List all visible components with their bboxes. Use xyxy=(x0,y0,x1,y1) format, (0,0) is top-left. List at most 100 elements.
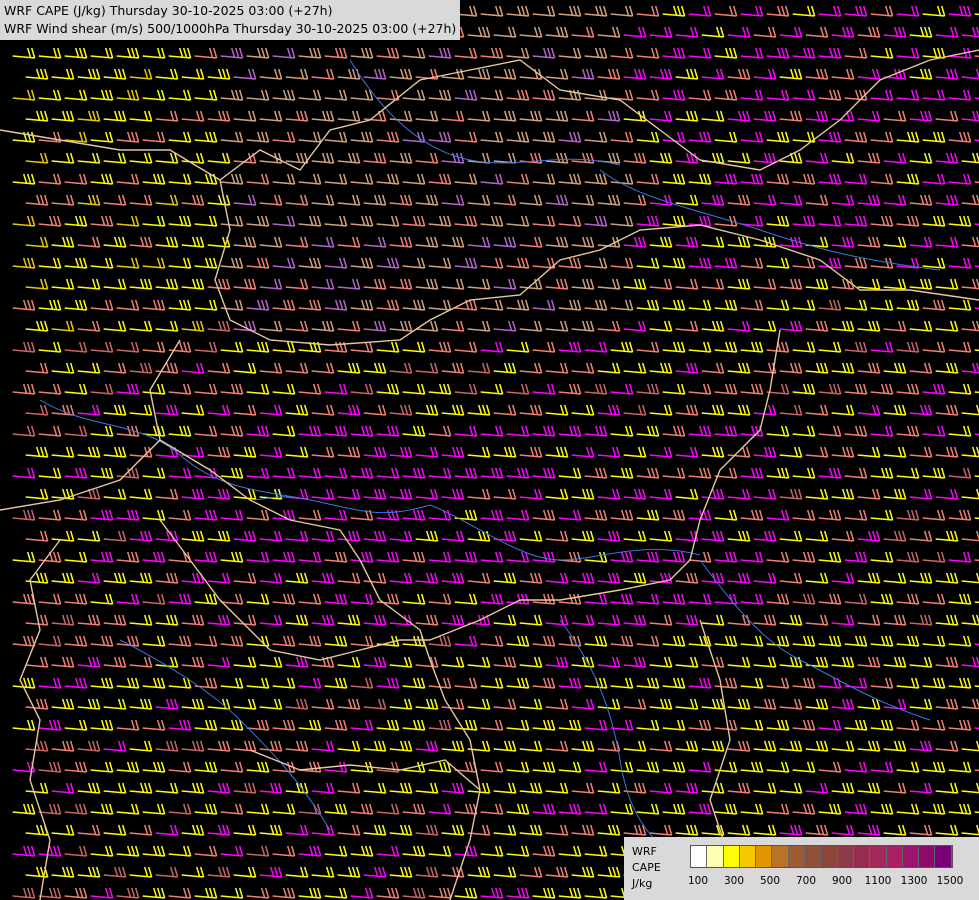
wind-barb xyxy=(77,236,101,248)
wind-barb xyxy=(493,446,517,458)
wind-barb xyxy=(168,131,192,143)
wind-barb xyxy=(155,866,179,878)
wind-barb xyxy=(38,425,62,437)
wind-barb xyxy=(636,803,660,815)
wind-barb xyxy=(376,47,400,59)
wind-barb xyxy=(246,341,270,353)
wind-barb xyxy=(415,110,439,122)
wind-barb xyxy=(25,320,49,332)
wind-barb xyxy=(714,131,738,143)
wind-barb xyxy=(324,887,348,899)
wind-barb xyxy=(376,677,400,689)
wind-barb xyxy=(389,824,413,836)
wind-barb xyxy=(142,257,166,269)
wind-barb xyxy=(857,68,881,80)
wind-barb xyxy=(571,236,595,248)
wind-barb xyxy=(844,299,868,311)
wind-barb xyxy=(649,152,673,164)
wind-barb xyxy=(714,5,738,17)
wind-barb xyxy=(38,635,62,647)
wind-barb xyxy=(779,362,803,374)
wind-barb xyxy=(324,383,348,395)
wind-barb xyxy=(532,761,556,773)
wind-barb xyxy=(207,152,231,164)
wind-barb xyxy=(597,614,621,626)
wind-barb xyxy=(857,278,881,290)
wind-barb xyxy=(545,824,569,836)
wind-barb xyxy=(298,383,322,395)
wind-barb xyxy=(51,782,75,794)
wind-barb xyxy=(467,488,491,500)
wind-barb xyxy=(636,383,660,395)
wind-barb xyxy=(740,131,764,143)
wind-barb xyxy=(493,656,517,668)
wind-barb xyxy=(792,47,816,59)
wind-barb xyxy=(493,824,517,836)
wind-barb xyxy=(246,761,270,773)
wind-barb xyxy=(246,719,270,731)
wind-barb xyxy=(298,635,322,647)
wind-barb xyxy=(675,572,699,584)
wind-barb xyxy=(142,635,166,647)
wind-barb xyxy=(896,425,920,437)
wind-barb xyxy=(922,425,946,437)
wind-barb xyxy=(727,824,751,836)
wind-barb xyxy=(766,257,790,269)
wind-barb xyxy=(467,866,491,878)
wind-barb xyxy=(844,173,868,185)
wind-barb xyxy=(402,173,426,185)
wind-barb xyxy=(311,362,335,374)
wind-barb xyxy=(51,740,75,752)
wind-barb xyxy=(896,173,920,185)
wind-barb xyxy=(194,257,218,269)
wind-barb xyxy=(727,320,751,332)
wind-barb xyxy=(493,488,517,500)
wind-barb xyxy=(480,845,504,857)
wind-barb xyxy=(948,425,972,437)
wind-barb xyxy=(805,110,829,122)
wind-barb xyxy=(64,89,88,101)
legend-swatch xyxy=(837,846,854,867)
wind-barb xyxy=(207,362,231,374)
wind-barb xyxy=(441,320,465,332)
wind-barb xyxy=(363,194,387,206)
wind-barb xyxy=(493,152,517,164)
wind-barb xyxy=(246,887,270,899)
wind-barb xyxy=(467,404,491,416)
wind-barb xyxy=(116,719,140,731)
wind-barb xyxy=(610,719,634,731)
wind-barb xyxy=(571,278,595,290)
wind-barb xyxy=(246,299,270,311)
wind-barb xyxy=(636,215,660,227)
wind-barb xyxy=(428,131,452,143)
wind-barb xyxy=(948,677,972,689)
legend-model-label: WRF xyxy=(632,845,657,858)
wind-barb xyxy=(363,362,387,374)
wind-barb xyxy=(376,131,400,143)
wind-barb xyxy=(714,257,738,269)
wind-barb xyxy=(454,425,478,437)
wind-barb xyxy=(532,299,556,311)
wind-barb xyxy=(441,656,465,668)
wind-barb xyxy=(506,719,530,731)
wind-barb xyxy=(480,131,504,143)
wind-barb xyxy=(285,68,309,80)
wind-barb xyxy=(142,551,166,563)
wind-barb xyxy=(701,614,725,626)
wind-barb xyxy=(90,383,114,395)
wind-barb xyxy=(129,782,153,794)
wind-barb xyxy=(909,278,933,290)
wind-barb xyxy=(610,425,634,437)
wind-barb xyxy=(51,194,75,206)
wind-barb xyxy=(467,698,491,710)
wind-barb xyxy=(311,530,335,542)
wind-barb xyxy=(194,215,218,227)
legend-swatch xyxy=(723,846,740,867)
wind-barb xyxy=(311,446,335,458)
wind-barb xyxy=(181,740,205,752)
wind-barb xyxy=(792,173,816,185)
wind-barb xyxy=(792,5,816,17)
wind-barb xyxy=(64,341,88,353)
wind-barb xyxy=(233,530,257,542)
wind-barb xyxy=(324,719,348,731)
